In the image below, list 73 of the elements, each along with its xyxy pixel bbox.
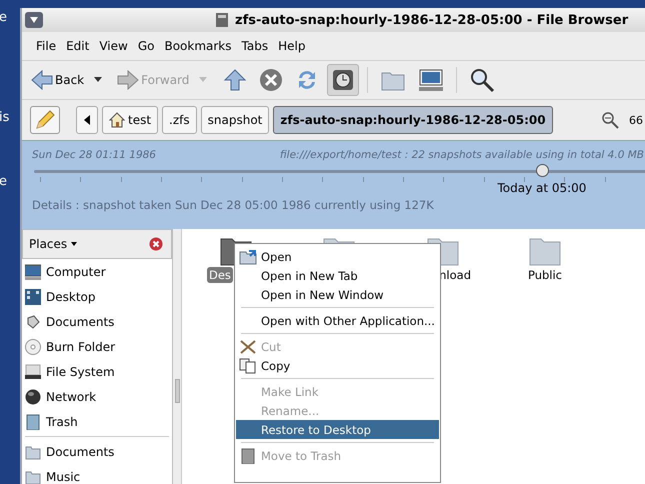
snapshot-details: Details : snapshot taken Sun Dec 28 05:00 1986 currently using 127K: [32, 198, 435, 212]
places-dropdown[interactable]: Places: [29, 237, 78, 251]
time-slider-toggle[interactable]: [327, 64, 360, 96]
sidebar-item[interactable]: Computer: [22, 259, 172, 284]
drive-icon: [25, 364, 41, 380]
menu-item[interactable]: Open with Other Application...: [236, 311, 439, 330]
menu-item[interactable]: Help: [274, 39, 312, 53]
scissors-icon: [239, 338, 257, 354]
edit-location-button[interactable]: [30, 106, 60, 134]
desktop-icon-label: e: [0, 174, 7, 189]
desktop-icon-label: is: [0, 110, 10, 125]
pane-resize-handle[interactable]: [173, 229, 182, 484]
computer-icon: [25, 264, 41, 280]
sidebar-item[interactable]: File System: [22, 359, 172, 384]
menu-item[interactable]: Open: [236, 247, 439, 266]
caret-icon: [71, 242, 78, 246]
desktop-icon-label: e: [0, 10, 7, 25]
snapshot-summary: file:///export/home/test : 22 snapshots available using in total 4.0 MB: [280, 149, 644, 161]
caret-icon[interactable]: [94, 77, 102, 83]
sidebar-item[interactable]: Music: [22, 464, 172, 484]
menu-item[interactable]: Restore to Desktop: [236, 420, 439, 439]
sidebar-item[interactable]: Desktop: [22, 284, 172, 309]
sidebar-item[interactable]: Documents: [22, 309, 172, 334]
disc-icon: [25, 338, 41, 354]
menu-item[interactable]: Open in New Window: [236, 285, 439, 304]
back-button[interactable]: Back: [28, 69, 86, 91]
trash-icon: [25, 414, 41, 430]
sidebar-item[interactable]: Burn Folder: [22, 334, 172, 359]
arrow-right-icon: [116, 69, 140, 91]
up-arrow-icon[interactable]: [223, 68, 248, 92]
sidebar-item[interactable]: Trash: [22, 409, 172, 434]
zoom-level: 66: [629, 114, 643, 126]
menu-item[interactable]: Copy: [236, 356, 439, 375]
zoom-out-icon[interactable]: [601, 111, 619, 129]
menu-item[interactable]: Open in New Tab: [236, 266, 439, 285]
time-slider[interactable]: Today at 05:00: [34, 161, 645, 199]
menu-item[interactable]: Edit: [62, 39, 96, 53]
documents-icon: [25, 314, 41, 330]
caret-icon: [84, 115, 90, 125]
menu-item[interactable]: View: [95, 39, 134, 53]
drive-icon: [215, 12, 229, 28]
slider-thumb[interactable]: [536, 164, 549, 177]
file-name[interactable]: Public: [526, 267, 564, 283]
scroll-left-button[interactable]: [76, 106, 98, 134]
caret-icon: [29, 16, 39, 24]
breadcrumb-button[interactable]: .zfs: [162, 106, 197, 134]
menu-item[interactable]: Go: [134, 39, 160, 53]
start-date: Sun Dec 28 01:11 1986: [32, 149, 156, 161]
copy-icon: [239, 358, 257, 374]
menu-item[interactable]: File: [32, 39, 62, 53]
desktop-icon: [25, 288, 41, 304]
breadcrumb-button[interactable]: zfs-auto-snap:hourly-1986-12-28-05:00: [273, 106, 553, 134]
home-icon: [109, 112, 125, 128]
window-title: zfs-auto-snap:hourly-1986-12-28-05:00 - File Browser: [235, 12, 628, 28]
folder-icon: [25, 468, 41, 484]
globe-icon: [25, 388, 41, 404]
computer-icon[interactable]: [418, 68, 444, 92]
sidebar-item[interactable]: Documents: [22, 439, 172, 464]
folder-icon: [239, 248, 257, 264]
folder-icon: [25, 444, 41, 460]
menu-item[interactable]: Bookmarks: [160, 39, 238, 53]
breadcrumb-button[interactable]: snapshot: [200, 106, 270, 134]
close-icon[interactable]: [149, 237, 163, 251]
trash-icon: [239, 448, 257, 464]
breadcrumb-button[interactable]: test: [102, 106, 158, 134]
file-name[interactable]: Des: [207, 267, 233, 283]
stop-icon[interactable]: [259, 68, 284, 92]
sidebar-item[interactable]: Network: [22, 384, 172, 409]
menu-item[interactable]: Tabs: [238, 39, 274, 53]
search-icon[interactable]: [469, 67, 496, 93]
arrow-left-icon: [30, 69, 54, 91]
slider-position-label: Today at 05:00: [497, 181, 586, 195]
window-menu-button[interactable]: [25, 12, 43, 28]
